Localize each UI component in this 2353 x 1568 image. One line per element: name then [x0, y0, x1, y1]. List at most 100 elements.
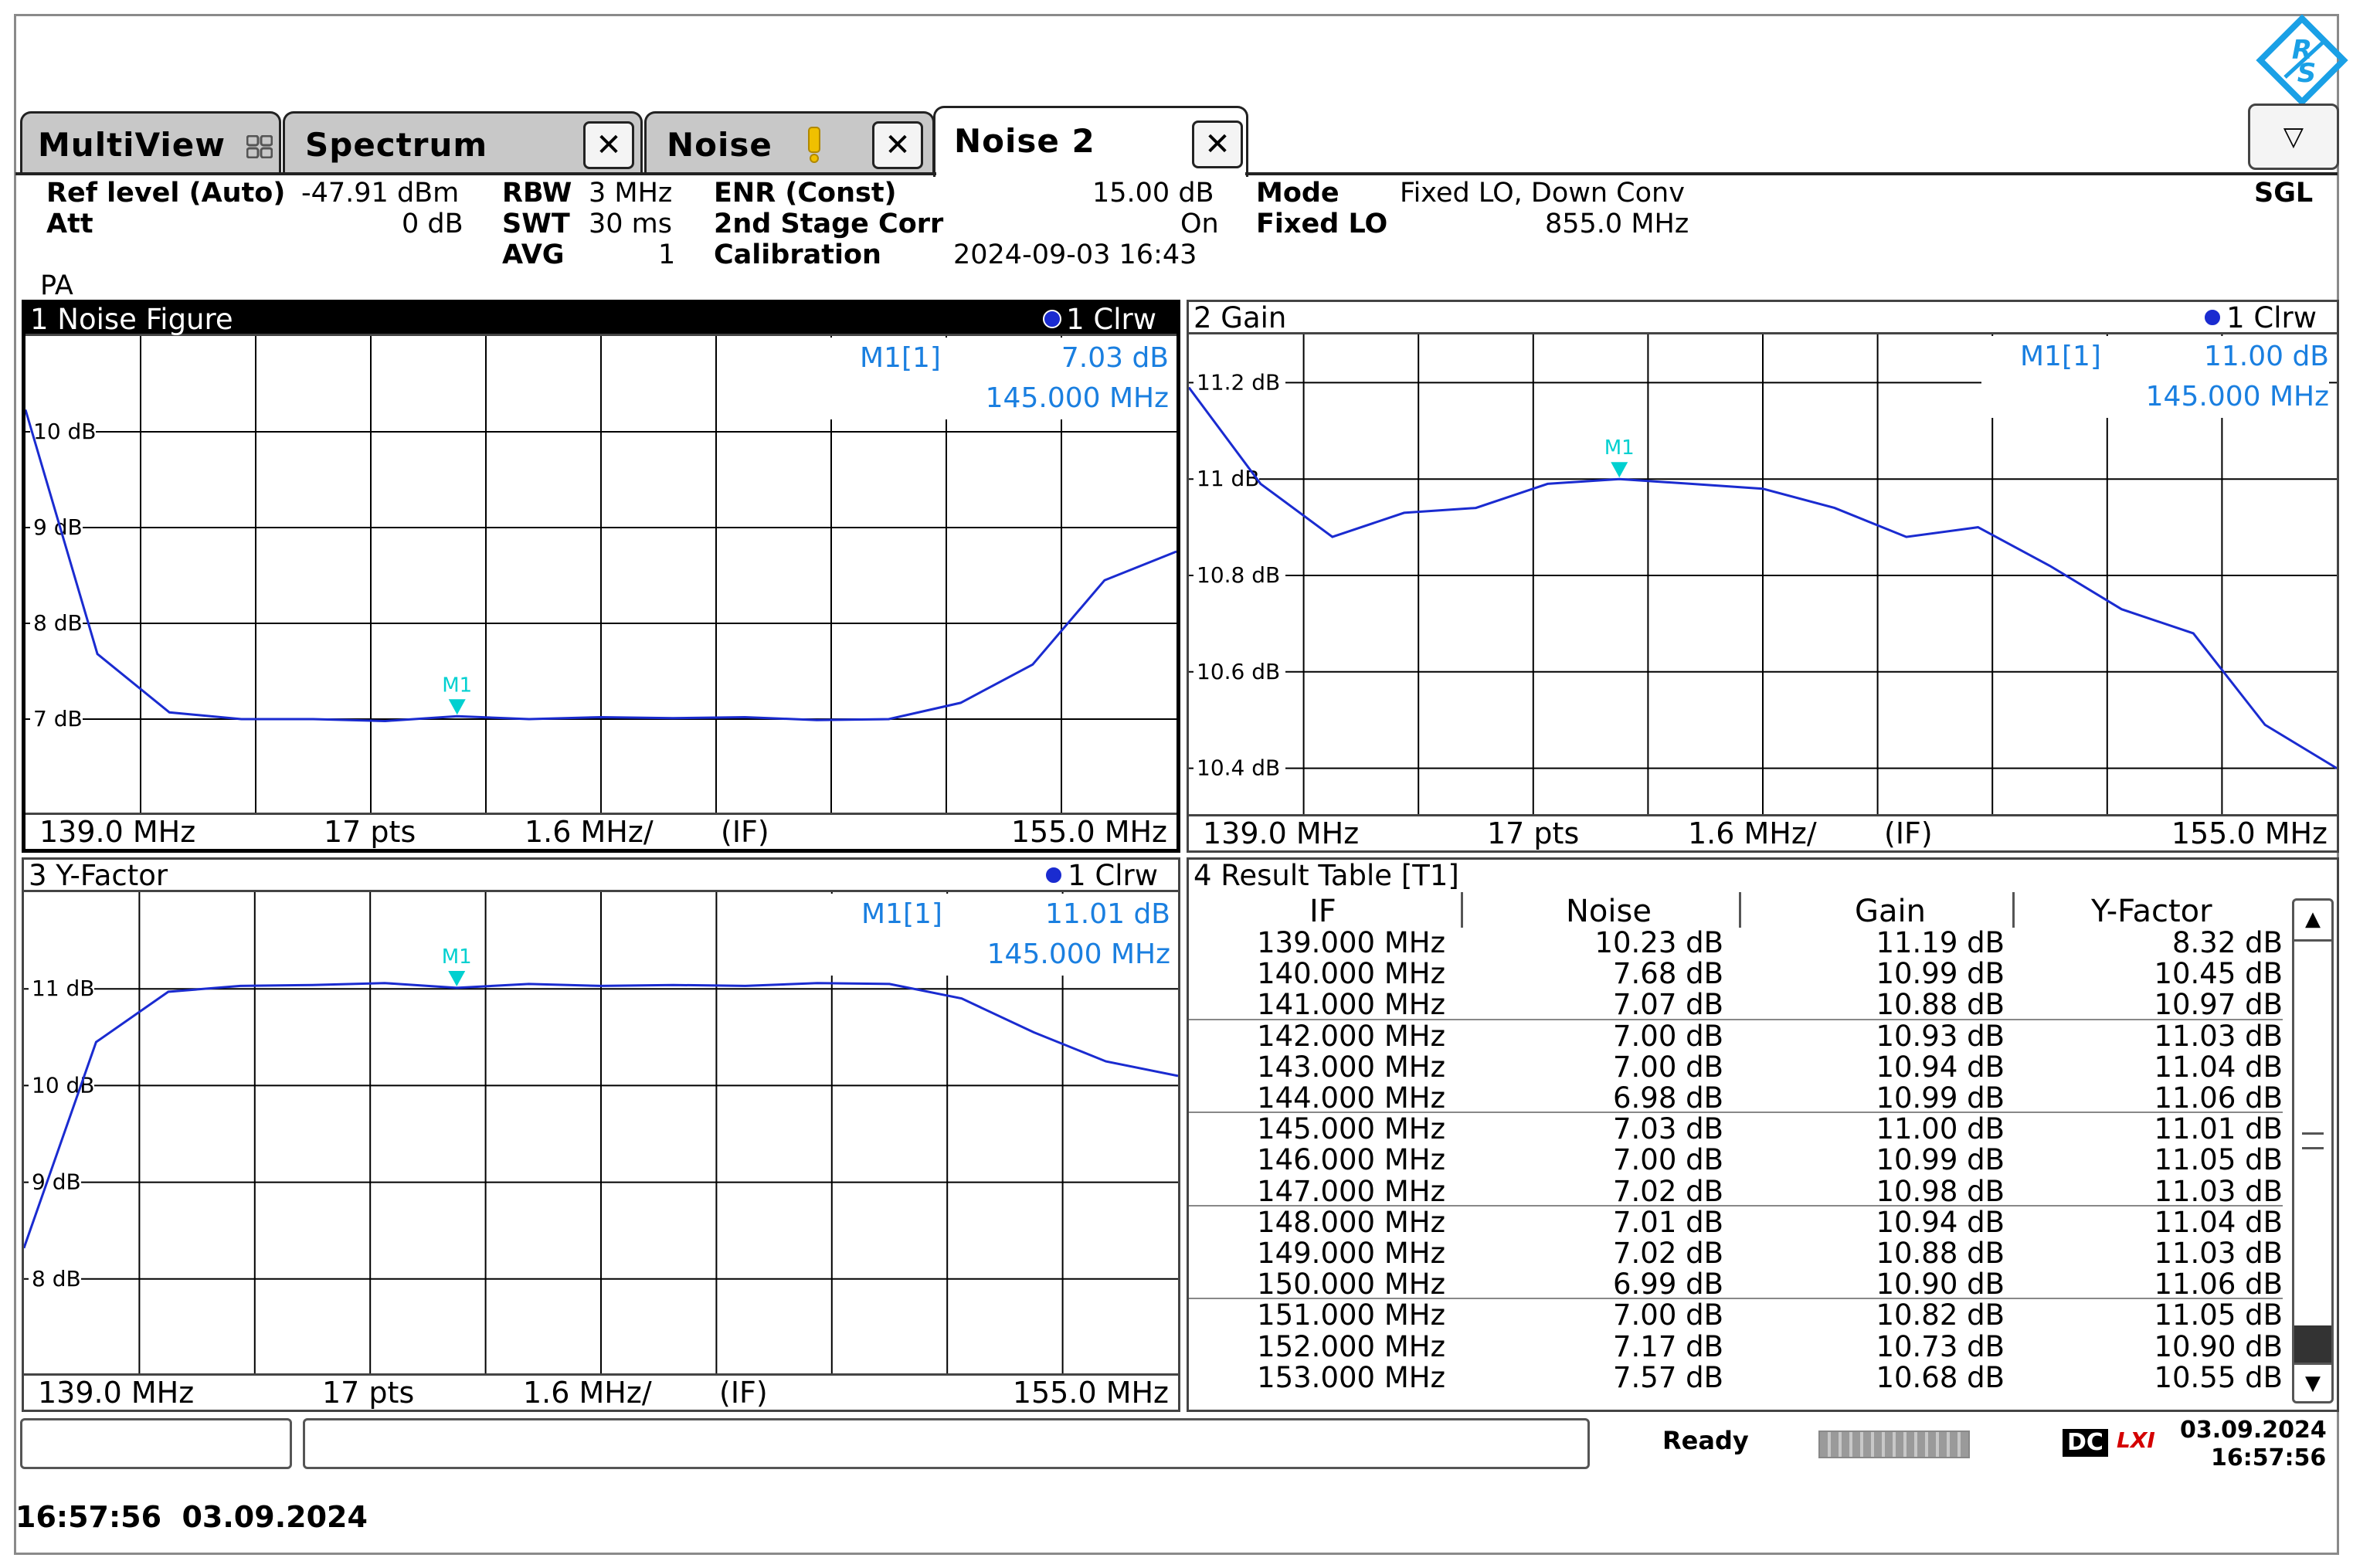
close-icon[interactable]: ✕ [1192, 120, 1243, 168]
table-cell: 11.05 dB [2154, 1298, 2283, 1332]
table-column-header[interactable]: Y-Factor [2091, 894, 2212, 929]
marker-value: 11.01 dB [1045, 898, 1170, 930]
pane-noise-figure[interactable]: 1 Noise Figure 1 Clrw 10 dB 9 dB 8 dB 7 dB M… [22, 300, 1180, 853]
pane-title-text: 2 Gain [1193, 301, 1287, 334]
y-tick-label: 10.8 dB [1197, 562, 1280, 588]
close-icon[interactable]: ✕ [872, 121, 923, 169]
enr-label: ENR (Const) [714, 178, 897, 209]
noise-figure-plot[interactable]: 10 dB9 dB8 dB7 dBM1M1[1] 7.03 dB145.000 M… [25, 336, 1176, 815]
table-row[interactable]: 146.000 MHz 7.00 dB 10.99 dB 11.05 dB [1189, 1143, 2294, 1177]
table-cell: 10.82 dB [1876, 1298, 2005, 1332]
y-tick-label: 11 dB [32, 976, 95, 1001]
result-table-scrollbar[interactable]: ▲ ▼ [2292, 898, 2334, 1403]
table-column-header[interactable]: Gain [1855, 894, 1926, 929]
table-row[interactable]: 148.000 MHz 7.01 dB 10.94 dB 11.04 dB [1189, 1205, 2294, 1239]
table-row[interactable]: 140.000 MHz 7.68 dB 10.99 dB 10.45 dB [1189, 957, 2294, 990]
table-cell: 147.000 MHz [1257, 1174, 1445, 1208]
y-factor-plot[interactable]: 11 dB10 dB9 dB8 dBM1M1[1] 11.01 dB145.000… [24, 892, 1178, 1376]
table-row[interactable]: 152.000 MHz 7.17 dB 10.73 dB 10.90 dB [1189, 1330, 2294, 1363]
table-row[interactable]: 147.000 MHz 7.02 dB 10.98 dB 11.03 dB [1189, 1174, 2294, 1208]
marker-tag: M1 [1604, 436, 1635, 460]
table-cell: 146.000 MHz [1257, 1143, 1445, 1177]
tab-noise[interactable]: Noise ✕ [644, 111, 935, 175]
table-cell: 139.000 MHz [1257, 926, 1445, 959]
pane-title-text: 4 Result Table [T1] [1193, 859, 1459, 892]
fixed-lo-value: 855.0 MHz [1545, 209, 1689, 239]
trace-point [1104, 579, 1105, 581]
status-field-left[interactable] [20, 1418, 292, 1469]
table-column-header[interactable]: Noise [1566, 894, 1652, 929]
marker-triangle-icon[interactable] [448, 699, 466, 715]
trace-point [95, 1041, 97, 1043]
trace-point [313, 718, 314, 720]
table-cell: 11.03 dB [2154, 1174, 2283, 1208]
marker-triangle-icon[interactable] [448, 970, 466, 986]
table-row[interactable]: 150.000 MHz 6.99 dB 10.90 dB 11.06 dB [1189, 1268, 2294, 1302]
table-row[interactable]: 149.000 MHz 7.02 dB 10.88 dB 11.03 dB [1189, 1237, 2294, 1270]
trace-point [1906, 536, 1907, 538]
dropdown-chevron-icon[interactable]: ▽ [2248, 104, 2339, 170]
table-cell: 11.03 dB [2154, 1237, 2283, 1270]
table-row[interactable]: 144.000 MHz 6.98 dB 10.99 dB 11.06 dB [1189, 1081, 2294, 1115]
table-cell: 7.00 dB [1612, 1050, 1723, 1084]
table-cell: 10.88 dB [1876, 1237, 2005, 1270]
marker-frequency: 145.000 MHz [2146, 381, 2329, 412]
trace-point [1032, 664, 1034, 665]
pane-y-factor[interactable]: 3 Y-Factor 1 Clrw 11 dB 10 dB 9 dB 8 dB M1 M1… [22, 857, 1180, 1412]
active-tab-gap [936, 171, 1245, 178]
status-message-field[interactable] [303, 1418, 1590, 1469]
table-cell: 6.99 dB [1612, 1268, 1723, 1302]
scroll-down-icon[interactable]: ▼ [2294, 1363, 2331, 1403]
table-cell: 7.03 dB [1612, 1112, 1723, 1146]
y-tick-label: 8 dB [32, 1266, 81, 1291]
trace-point [889, 983, 890, 985]
table-cell: 10.90 dB [1876, 1268, 2005, 1302]
table-row[interactable]: 151.000 MHz 7.00 dB 10.82 dB 11.05 dB [1189, 1298, 2294, 1332]
table-cell: 148.000 MHz [1257, 1205, 1445, 1239]
pane-footer: 139.0 MHz 17 pts 1.6 MHz/ (IF) 155.0 MHz [25, 813, 1176, 849]
table-cell: 7.07 dB [1612, 988, 1723, 1022]
scroll-grip-icon [2302, 1132, 2324, 1149]
trace-point [240, 718, 242, 720]
close-icon[interactable]: ✕ [583, 121, 634, 169]
table-row[interactable]: 142.000 MHz 7.00 dB 10.93 dB 11.03 dB [1189, 1020, 2294, 1053]
table-cell: 10.23 dB [1594, 926, 1723, 959]
result-table: IF Noise Gain Y-Factor 139.000 MHz 10.23 dB 11… [1189, 892, 2294, 1407]
table-cell: 11.04 dB [2154, 1050, 2283, 1084]
pane-footer: 139.0 MHz 17 pts 1.6 MHz/ (IF) 155.0 MHz [24, 1373, 1178, 1410]
column-divider [2012, 892, 2015, 928]
table-row[interactable]: 145.000 MHz 7.03 dB 11.00 dB 11.01 dB [1189, 1112, 2294, 1146]
scroll-up-icon[interactable]: ▲ [2294, 901, 2331, 942]
table-row[interactable]: 143.000 MHz 7.00 dB 10.94 dB 11.04 dB [1189, 1050, 2294, 1084]
table-cell: 141.000 MHz [1257, 988, 1445, 1022]
rbw-value: 3 MHz [589, 178, 673, 209]
table-row[interactable]: 141.000 MHz 7.07 dB 10.88 dB 10.97 dB [1189, 988, 2294, 1022]
table-cell: 7.01 dB [1612, 1205, 1723, 1239]
table-cell: 143.000 MHz [1257, 1050, 1445, 1084]
gain-plot[interactable]: 11.2 dB11 dB10.8 dB10.6 dB10.4 dBM1M1[1]… [1189, 334, 2337, 816]
y-tick-label: 10.6 dB [1197, 659, 1280, 684]
if-indicator: (IF) [1884, 816, 1933, 850]
tab-multiview[interactable]: MultiView [20, 111, 281, 175]
pane-result-table[interactable]: 4 Result Table [T1] IF Noise Gain Y-Factor 1… [1187, 857, 2339, 1412]
pane-gain[interactable]: 2 Gain 1 Clrw 11.2 dB 11 dB 10.8 dB 10.6 dB… [1187, 300, 2339, 853]
marker-value: 11.00 dB [2204, 341, 2329, 372]
trace-point [888, 718, 889, 720]
scroll-thumb[interactable] [2294, 1325, 2331, 1363]
marker-label: M1[1] [860, 342, 941, 374]
table-column-header[interactable]: IF [1309, 894, 1336, 929]
status-date: 03.09.2024 [2180, 1417, 2327, 1444]
marker-triangle-icon[interactable] [1611, 462, 1628, 478]
table-cell: 7.00 dB [1612, 1143, 1723, 1177]
second-stage-corr-value: On [1180, 209, 1219, 239]
marker-label: M1[1] [2020, 341, 2101, 372]
table-row[interactable]: 139.000 MHz 10.23 dB 11.19 dB 8.32 dB [1189, 926, 2294, 959]
trace-dot-icon [2203, 307, 2222, 327]
tab-spectrum[interactable]: Spectrum ✕ [283, 111, 643, 175]
y-tick-label: 10.4 dB [1197, 755, 1280, 781]
table-row[interactable]: 153.000 MHz 7.57 dB 10.68 dB 10.55 dB [1189, 1361, 2294, 1394]
table-cell: 11.00 dB [1876, 1112, 2005, 1146]
trace-point [528, 983, 530, 985]
tab-noise-2[interactable]: Noise 2 ✕ [933, 106, 1248, 177]
trace-indicator: 1 Clrw [1043, 304, 1156, 336]
